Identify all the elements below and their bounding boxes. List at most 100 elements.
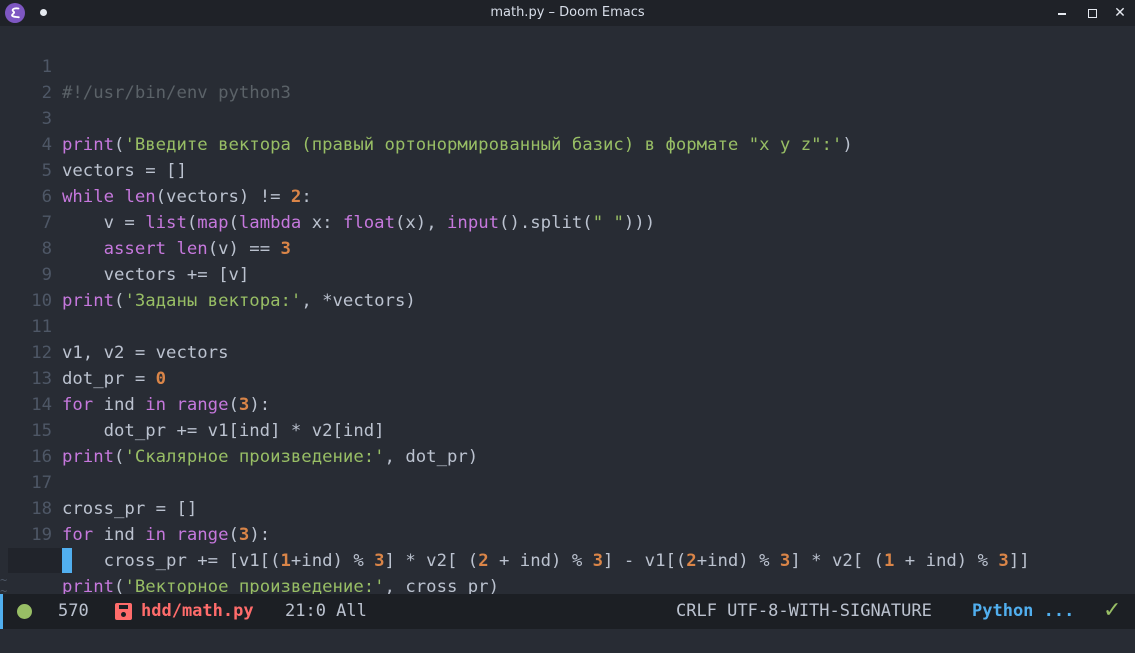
- variable-token: vectors: [62, 161, 135, 181]
- code-text: ] - v1[(: [603, 551, 687, 571]
- code-line-17[interactable]: 17 cross_pr = []: [0, 444, 197, 519]
- minimize-icon: [1058, 13, 1066, 15]
- code-line-4[interactable]: 4 vectors = []: [0, 106, 187, 181]
- builtin-token: range: [176, 525, 229, 545]
- number-token: 3: [374, 551, 385, 571]
- code-line-20[interactable]: 20 print('Векторное произведение:', cros…: [0, 522, 499, 597]
- number-token: 3: [779, 551, 791, 571]
- minimize-button[interactable]: [1052, 3, 1072, 23]
- number-token: 3: [592, 551, 604, 571]
- keyword-token: while: [62, 187, 115, 207]
- maximize-button[interactable]: [1082, 3, 1102, 23]
- code-text: dot_pr += v1[ind] * v2[ind]: [62, 421, 385, 441]
- code-text: v1, v2 = vectors: [62, 343, 229, 363]
- code-text: dot_pr =: [62, 369, 156, 389]
- text-cursor: [62, 548, 72, 573]
- code-text: ] * v2[ (: [384, 551, 479, 571]
- code-line-7[interactable]: 7 assert len(v) == 3: [0, 184, 291, 259]
- code-editor[interactable]: 1 #!/usr/bin/env python3 2 3 print('Введ…: [0, 26, 1135, 598]
- code-line-18[interactable]: 18 for ind in range(3):: [0, 470, 270, 545]
- buffer-file-name[interactable]: hdd/math.py: [141, 601, 254, 621]
- title-bar: math.py – Doom Emacs ✕: [0, 0, 1135, 26]
- code-line-19[interactable]: 19 cross_pr += [v1[(1+ind) % 3] * v2[ (2…: [0, 496, 1029, 571]
- code-line-5[interactable]: 5 while len(vectors) != 2:: [0, 132, 312, 207]
- maximize-icon: [1088, 9, 1097, 18]
- code-line-10[interactable]: 10: [0, 262, 52, 311]
- builtin-token: print: [62, 447, 115, 467]
- code-text: ))): [623, 213, 656, 233]
- close-button[interactable]: ✕: [1110, 3, 1130, 23]
- window-title: math.py – Doom Emacs: [490, 5, 645, 20]
- keyword-token: for: [62, 395, 94, 415]
- code-line-9[interactable]: 9 print('Заданы вектора:', *vectors): [0, 236, 416, 311]
- code-line-1[interactable]: 1 #!/usr/bin/env python3: [0, 28, 291, 103]
- code-text: , *vectors): [301, 291, 416, 311]
- keyword-token: for: [62, 525, 94, 545]
- code-text: ):: [249, 525, 271, 545]
- number-token: 2: [290, 187, 302, 207]
- shebang-comment: #!/usr/bin/env python3: [62, 83, 291, 103]
- code-line-12[interactable]: 12 dot_pr = 0: [0, 314, 166, 389]
- code-text: +ind) %: [290, 551, 375, 571]
- code-line-15[interactable]: 15 print('Скалярное произведение:', dot_…: [0, 392, 478, 467]
- major-mode[interactable]: Python ...: [972, 601, 1074, 621]
- number-token: 1: [280, 551, 291, 571]
- cursor-position: 21:0 All: [285, 601, 367, 621]
- close-icon: ✕: [1114, 5, 1126, 21]
- code-text: + ind) %: [488, 551, 593, 571]
- file-encoding[interactable]: CRLF UTF-8-WITH-SIGNATURE: [676, 601, 932, 621]
- code-text: (vectors) !=: [155, 187, 291, 207]
- code-text: :: [301, 187, 312, 207]
- code-text: cross_pr += [v1[(: [62, 551, 281, 571]
- number-token: 3: [238, 395, 250, 415]
- code-text: v =: [62, 213, 146, 233]
- code-text: +ind) %: [696, 551, 780, 571]
- code-line-13[interactable]: 13 for ind in range(3):: [0, 340, 270, 415]
- floppy-disk-icon: [115, 603, 132, 620]
- keyword-token: lambda: [238, 213, 302, 233]
- keyword-token: assert: [103, 239, 167, 259]
- code-text: (x),: [394, 213, 448, 233]
- code-text: x:: [301, 213, 343, 233]
- builtin-token: list: [145, 213, 187, 233]
- number-token: 2: [478, 551, 489, 571]
- keyword-token: in: [145, 395, 167, 415]
- code-text: ().split(: [499, 213, 593, 233]
- builtin-token: len: [124, 187, 156, 207]
- code-line-3[interactable]: 3 print('Введите вектора (правый ортонор…: [0, 80, 853, 155]
- builtin-token: len: [176, 239, 208, 259]
- buffer-size: 570: [58, 601, 89, 621]
- code-text: ] * v2[ (: [790, 551, 884, 571]
- active-window-indicator: [0, 594, 3, 629]
- number-token: 1: [883, 551, 895, 571]
- mode-line: 570 hdd/math.py 21:0 All CRLF UTF-8-WITH…: [0, 594, 1135, 629]
- code-line-11[interactable]: 11 v1, v2 = vectors: [0, 288, 228, 363]
- code-line-16[interactable]: 16: [0, 418, 52, 467]
- code-line-8[interactable]: 8 vectors += [v]: [0, 210, 250, 285]
- code-text: ):: [249, 395, 271, 415]
- number-token: 3: [280, 239, 291, 259]
- code-text: cross_pr = []: [62, 499, 198, 519]
- string-token: 'Введите вектора (правый ортонормированн…: [124, 135, 843, 155]
- number-token: 2: [686, 551, 697, 571]
- checkmark-icon[interactable]: ✓: [1103, 598, 1121, 623]
- number-token: 3: [238, 525, 250, 545]
- keyword-token: in: [145, 525, 167, 545]
- string-token: 'Заданы вектора:': [124, 291, 302, 311]
- builtin-token: float: [342, 213, 395, 233]
- string-token: " ": [592, 213, 624, 233]
- code-line-14[interactable]: 14 dot_pr += v1[ind] * v2[ind]: [0, 366, 384, 441]
- number-token: 3: [998, 551, 1009, 571]
- minibuffer[interactable]: [0, 629, 1135, 653]
- code-text: ind: [93, 525, 146, 545]
- code-text: = []: [134, 161, 187, 181]
- code-line-2[interactable]: 2: [0, 54, 52, 103]
- code-line-6[interactable]: 6 v = list(map(lambda x: float(x), input…: [0, 158, 656, 233]
- evil-state-dot-icon: [17, 604, 32, 619]
- code-text: + ind) %: [894, 551, 999, 571]
- builtin-token: print: [62, 291, 115, 311]
- builtin-token: input: [447, 213, 500, 233]
